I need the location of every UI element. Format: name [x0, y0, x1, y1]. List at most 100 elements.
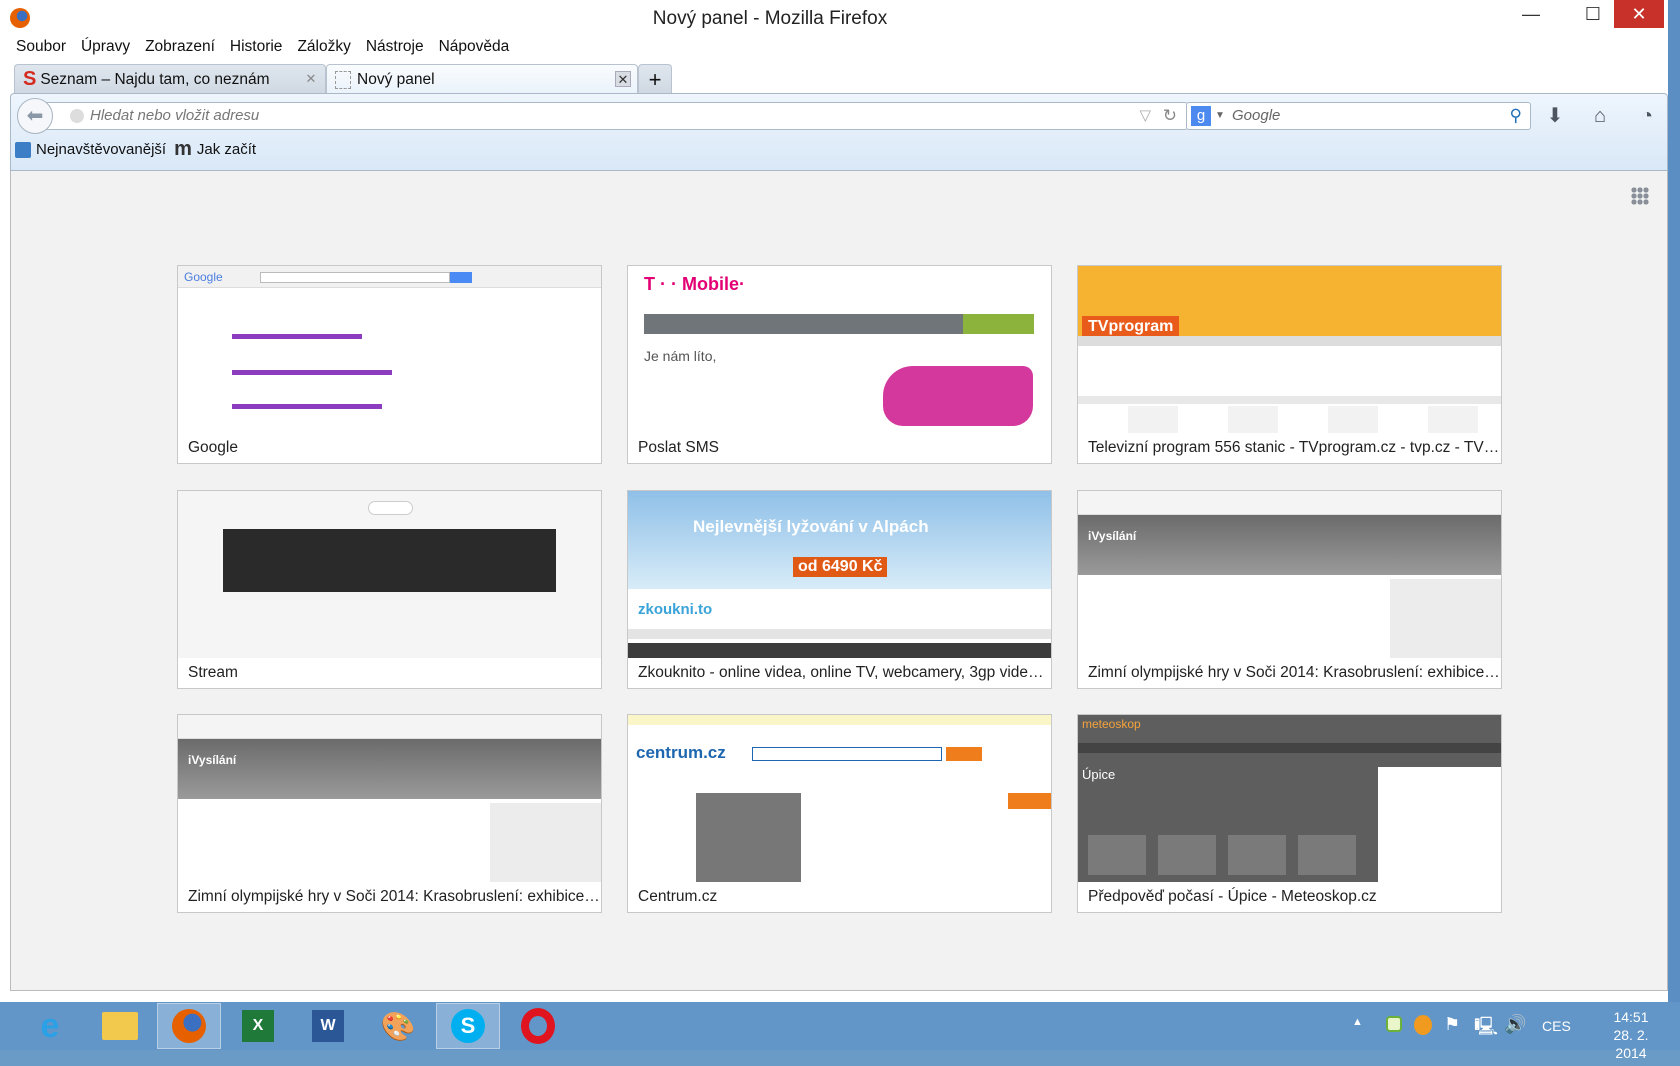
firefox-taskbar-icon[interactable] [157, 1003, 221, 1049]
tile-thumbnail: iVysílání [1078, 491, 1501, 658]
tab-strip: S Seznam – Najdu tam, co neznám ✕ Nový p… [14, 64, 672, 94]
site-tile-google[interactable]: Google Google [177, 265, 602, 464]
tile-thumbnail [178, 491, 601, 658]
thumb-text: meteoskop [1082, 717, 1141, 731]
globe-icon [70, 109, 84, 123]
date: 28. 2. 2014 [1613, 1027, 1649, 1061]
clock[interactable]: 14:51 28. 2. 2014 [1596, 1008, 1666, 1061]
minimize-button[interactable]: — [1508, 0, 1554, 28]
menu-zobrazeni[interactable]: Zobrazení [145, 38, 215, 56]
menu-napoveda[interactable]: Nápověda [439, 38, 510, 56]
taskbar: e X W 🎨 S ▲ ⚑ 🖳 🔊 CES 14:51 28. 2. 2014 [0, 1002, 1680, 1061]
tile-title: Zimní olympijské hry v Soči 2014: Krasob… [1078, 658, 1501, 688]
menu-nastroje[interactable]: Nástroje [366, 38, 424, 56]
blank-page-icon [335, 70, 351, 89]
menu-zalozky[interactable]: Záložky [297, 38, 350, 56]
search-icon[interactable]: ⚲ [1510, 103, 1522, 129]
tile-thumbnail: TVprogram [1078, 266, 1501, 433]
site-tile-tmobile[interactable]: T · · Mobile· Je nám líto, Poslat SMS [627, 265, 1052, 464]
site-tile-tvprogram[interactable]: TVprogram Televizní program 556 stanic -… [1077, 265, 1502, 464]
tab-label: Nový panel [357, 70, 435, 88]
engine-dropdown-icon[interactable]: ▼ [1215, 103, 1225, 129]
thumb-text: centrum.cz [636, 743, 726, 762]
tray-avast-icon[interactable] [1414, 1015, 1432, 1035]
network-icon[interactable]: 🖳 [1474, 1014, 1498, 1062]
new-tab-button[interactable]: + [638, 64, 672, 94]
opera-icon[interactable] [506, 1003, 570, 1049]
tile-title: Centrum.cz [628, 882, 1051, 912]
tile-thumbnail: Nejlevnější lyžování v Alpách od 6490 Kč… [628, 491, 1051, 658]
time: 14:51 [1613, 1009, 1649, 1025]
internet-explorer-icon[interactable]: e [18, 1003, 82, 1049]
bookmark-label: Jak začít [196, 141, 257, 158]
url-bar[interactable]: Hledat nebo vložit adresu ▽ ↻ [43, 102, 1188, 130]
sync-icon[interactable]: ◔ [1633, 102, 1661, 130]
reload-icon[interactable]: ↻ [1163, 103, 1177, 129]
file-explorer-icon[interactable] [88, 1003, 152, 1049]
bookmark-most-visited[interactable]: Nejnavštěvovanější [15, 141, 166, 158]
thumb-text: Je nám líto, [644, 348, 717, 364]
bookmarks-toolbar: Nejnavštěvovanější m Jak začít [15, 138, 256, 161]
volume-icon[interactable]: 🔊 [1504, 1014, 1526, 1062]
menu-soubor[interactable]: Soubor [16, 38, 66, 56]
close-tab-icon[interactable]: ✕ [615, 71, 631, 87]
skype-icon[interactable]: S [436, 1003, 500, 1049]
home-icon[interactable]: ⌂ [1586, 102, 1614, 130]
close-button[interactable]: ✕ [1614, 0, 1664, 28]
downloads-icon[interactable]: ⬇ [1541, 102, 1569, 130]
site-tile-ivysilani-1[interactable]: iVysílání Zimní olympijské hry v Soči 20… [1077, 490, 1502, 689]
thumb-text: iVysílání [1088, 529, 1137, 543]
tile-thumbnail: centrum.cz [628, 715, 1051, 882]
thumb-text: T · · Mobile· [644, 274, 745, 294]
thumb-text: Nejlevnější lyžování v Alpách [693, 517, 929, 536]
history-dropdown-icon[interactable]: ▽ [1139, 103, 1151, 129]
site-tile-zkouknito[interactable]: Nejlevnější lyžování v Alpách od 6490 Kč… [627, 490, 1052, 689]
excel-icon[interactable]: X [226, 1003, 290, 1049]
new-tab-page: Google Google T · · Mobile· Je nám líto,… [10, 171, 1668, 991]
tile-title: Televizní program 556 stanic - TVprogram… [1078, 433, 1501, 463]
site-tile-ivysilani-2[interactable]: iVysílání Zimní olympijské hry v Soči 20… [177, 714, 602, 913]
bookmark-getting-started[interactable]: m Jak začít [174, 138, 256, 161]
google-engine-icon[interactable]: g [1191, 106, 1211, 126]
input-language[interactable]: CES [1542, 1018, 1571, 1066]
site-tile-centrum[interactable]: centrum.cz Centrum.cz [627, 714, 1052, 913]
tray-app-icon[interactable] [1386, 1016, 1402, 1032]
tab-novy-panel[interactable]: Nový panel ✕ [326, 64, 638, 94]
url-placeholder: Hledat nebo vložit adresu [90, 107, 260, 124]
tile-thumbnail: Google [178, 266, 601, 433]
tile-thumbnail: T · · Mobile· Je nám líto, [628, 266, 1051, 433]
tab-seznam[interactable]: S Seznam – Najdu tam, co neznám ✕ [14, 64, 326, 94]
thumb-text: iVysílání [188, 753, 237, 767]
menu-historie[interactable]: Historie [230, 38, 283, 56]
word-icon[interactable]: W [296, 1003, 360, 1049]
grid-toggle-icon[interactable] [1631, 187, 1649, 205]
tile-title: Poslat SMS [628, 433, 1051, 463]
paint-icon[interactable]: 🎨 [366, 1003, 430, 1049]
seznam-icon: S [23, 68, 37, 90]
close-tab-icon[interactable]: ✕ [303, 71, 319, 87]
menu-upravy[interactable]: Úpravy [81, 38, 130, 56]
site-tile-stream[interactable]: Stream [177, 490, 602, 689]
action-center-flag-icon[interactable]: ⚑ [1444, 1014, 1460, 1062]
search-placeholder: Google [1232, 107, 1281, 124]
thumb-text: Úpice [1082, 767, 1116, 782]
menu-bar: Soubor Úpravy Zobrazení Historie Záložky… [16, 38, 509, 56]
window-title: Nový panel - Mozilla Firefox [652, 8, 888, 29]
tile-title: Zkouknito - online videa, online TV, web… [628, 658, 1051, 688]
firefox-window: Nový panel - Mozilla Firefox — ☐ ✕ Soubo… [0, 0, 1680, 1002]
maximize-button[interactable]: ☐ [1570, 0, 1616, 28]
tile-title: Stream [178, 658, 601, 688]
site-tile-meteoskop[interactable]: meteoskop Úpice Předpověď počasí - Úpice… [1077, 714, 1502, 913]
navigation-toolbar: Hledat nebo vložit adresu ▽ ↻ ⬅ g ▼ Goog… [10, 93, 1668, 171]
search-bar[interactable]: g ▼ Google ⚲ [1186, 102, 1531, 130]
thumb-text: zkoukni.to [638, 601, 713, 618]
back-button[interactable]: ⬅ [17, 98, 53, 134]
mozilla-icon: m [174, 138, 192, 160]
show-hidden-icons[interactable]: ▲ [1352, 1016, 1363, 1064]
thumb-text: od 6490 Kč [793, 557, 888, 577]
tab-label: Seznam – Najdu tam, co neznám [40, 70, 270, 88]
tile-title: Zimní olympijské hry v Soči 2014: Krasob… [178, 882, 601, 912]
tile-title: Google [178, 433, 601, 463]
tile-title: Předpověď počasí - Úpice - Meteoskop.cz [1078, 882, 1501, 912]
thumb-text: Google [184, 270, 223, 284]
